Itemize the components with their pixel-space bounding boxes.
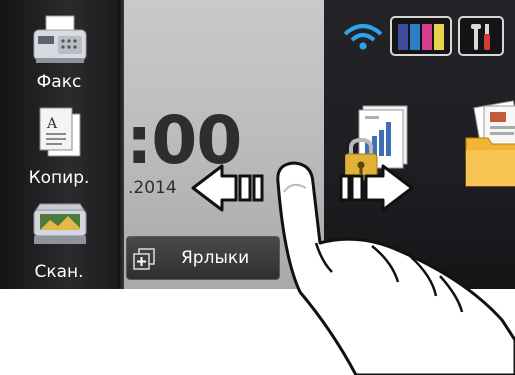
app-sidebar: Факс A Копир. Скан.	[0, 0, 118, 289]
svg-text:A: A	[46, 116, 58, 132]
ink-cyan-bar	[410, 24, 420, 50]
sidebar-item-scan-label: Скан.	[34, 262, 84, 282]
tools-icon	[471, 24, 490, 50]
page-dot	[310, 269, 318, 277]
copier-icon: A	[39, 107, 81, 157]
settings-button[interactable]	[458, 16, 504, 56]
fax-icon	[33, 15, 87, 63]
ink-yellow-bar	[434, 24, 444, 50]
shortcut-add-icon	[133, 248, 155, 270]
ink-button[interactable]	[390, 16, 452, 56]
clock-date: .2014	[128, 178, 177, 198]
page-dot	[296, 269, 304, 277]
secure-print-report-icon[interactable]	[345, 104, 409, 184]
printer-touchscreen: Факс A Копир. Скан.:00 .2014 Ярлыки	[0, 0, 515, 289]
ink-magenta-bar	[422, 24, 432, 50]
documents-folder-icon[interactable]	[462, 98, 515, 188]
shortcuts-button[interactable]: Ярлыки	[126, 236, 280, 280]
ink-black-bar	[398, 24, 408, 50]
sidebar-item-fax[interactable]: Факс	[0, 0, 118, 94]
sidebar-item-copy[interactable]: A Копир.	[0, 98, 118, 192]
scanner-icon	[33, 203, 87, 244]
sidebar-item-scan[interactable]: Скан.	[0, 196, 118, 289]
sidebar-item-copy-label: Копир.	[28, 168, 90, 188]
clock-time: :00	[126, 102, 242, 179]
wifi-icon[interactable]	[343, 22, 383, 52]
sidebar-item-fax-label: Факс	[36, 72, 82, 92]
page-indicator	[296, 262, 324, 281]
shortcuts-label: Ярлыки	[181, 248, 250, 268]
